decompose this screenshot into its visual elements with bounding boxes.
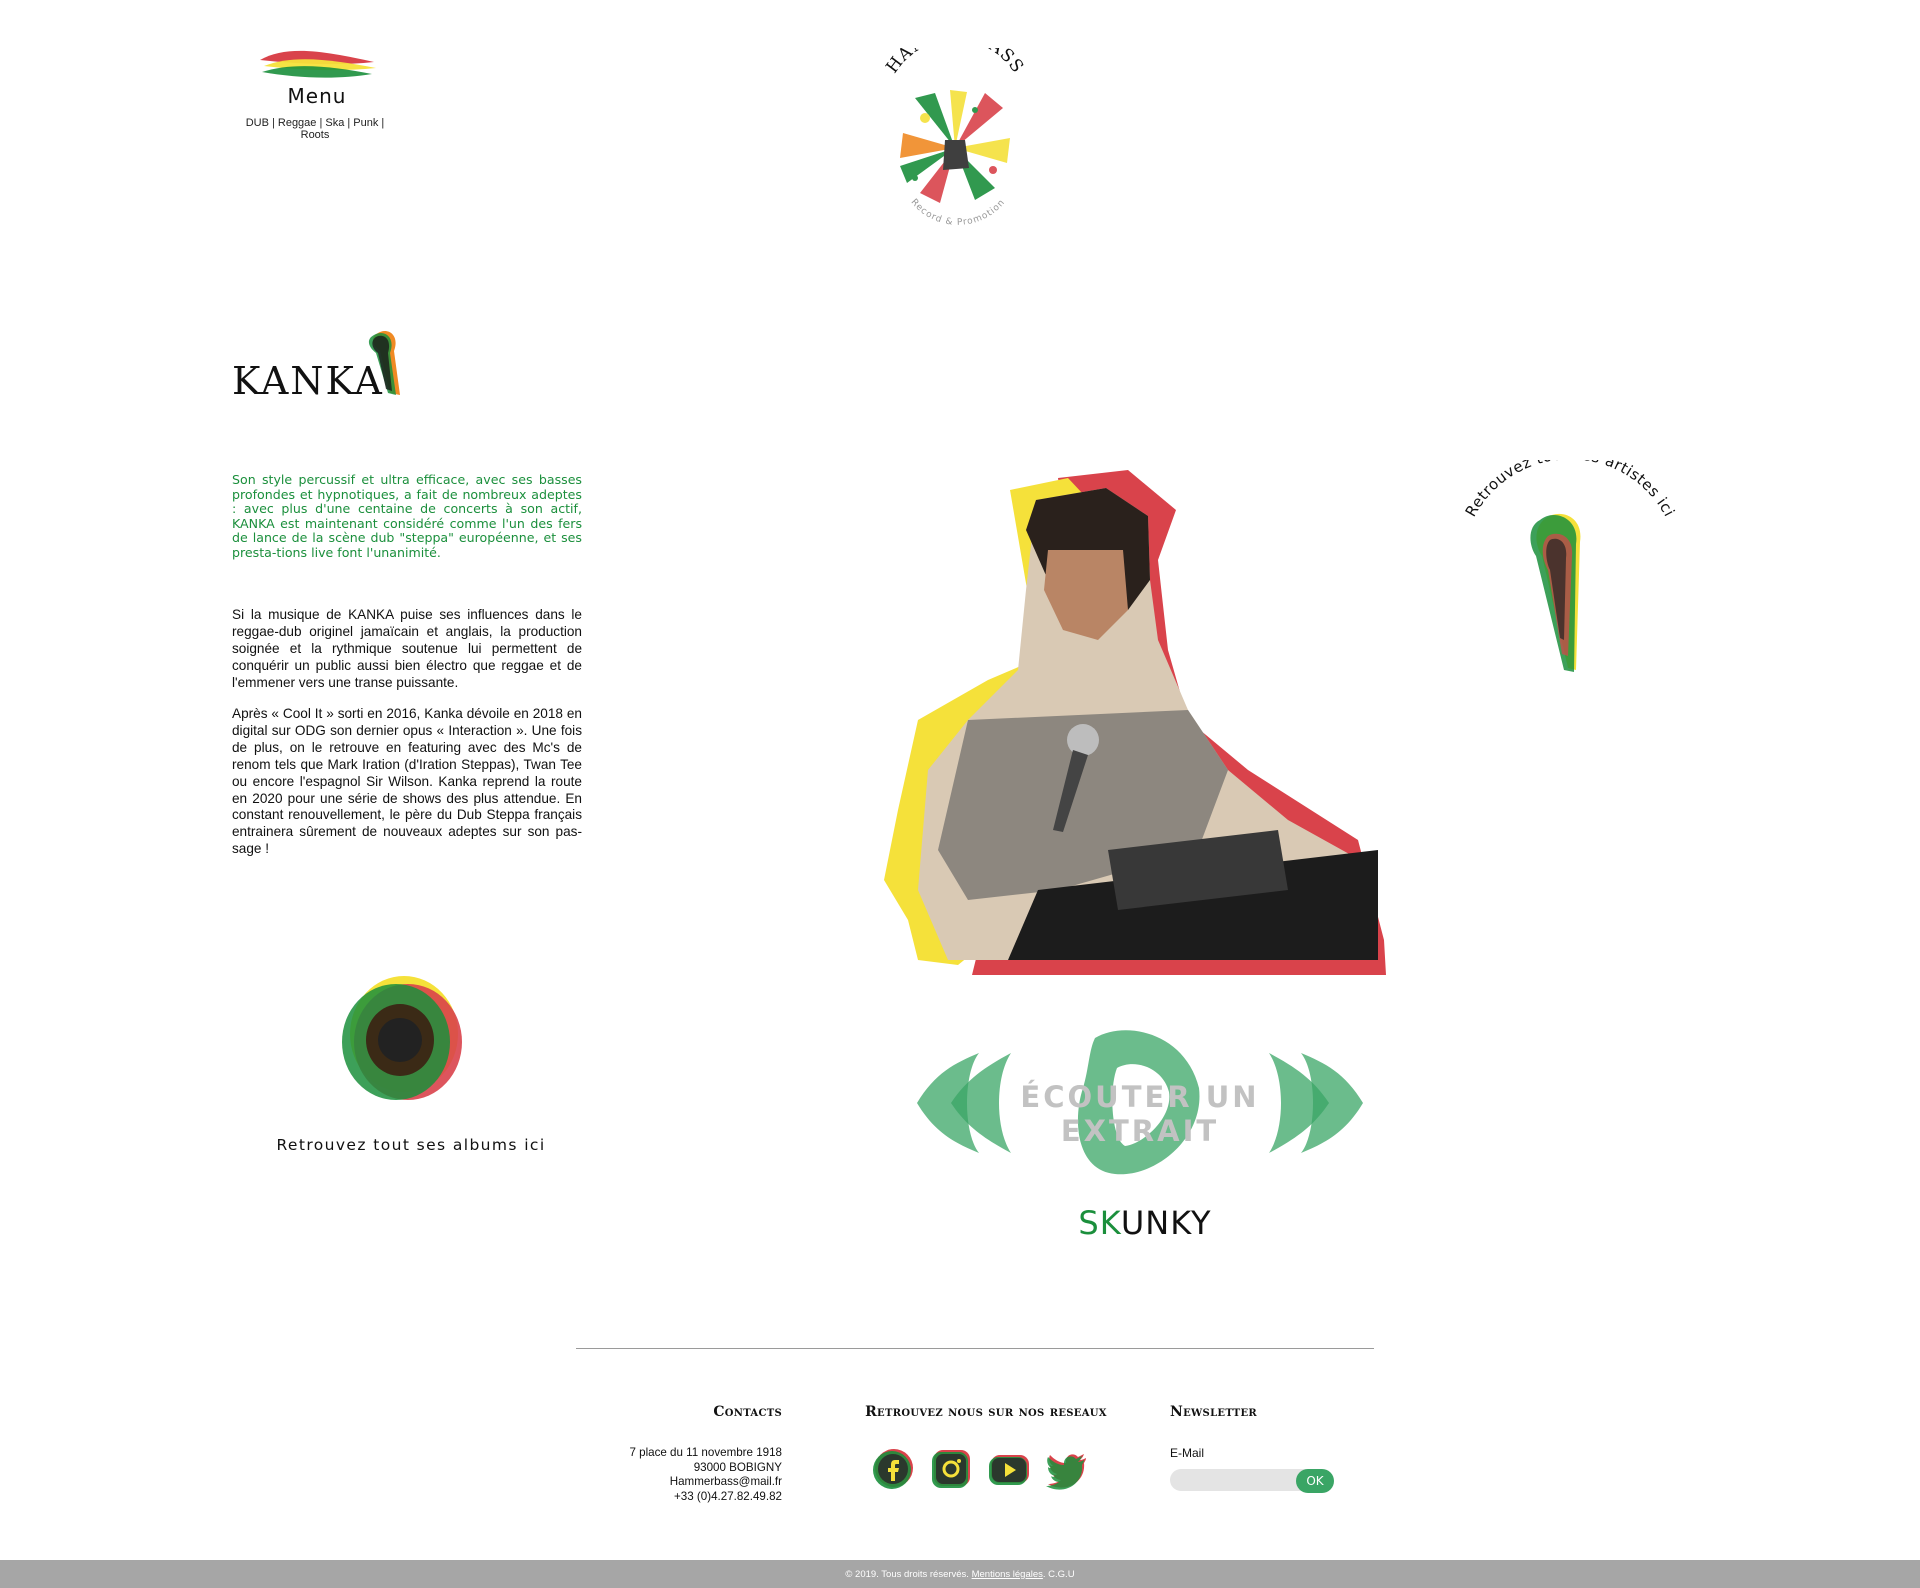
menu-button[interactable]: Menu [264,84,370,108]
mic-icon [1530,513,1581,672]
all-artists-label: Retrouvez tous les artistes ici [1462,460,1678,520]
track-title-prefix: SK [1078,1204,1121,1242]
twitter-icon[interactable] [1044,1446,1090,1492]
artist-name: KANKA [232,359,384,403]
social-heading: Retrouvez nous sur nos reseaux [865,1404,1107,1420]
copyright-text: © 2019. Tous droits réservés. [845,1568,969,1580]
contact-phone[interactable]: +33 (0)4.27.82.49.82 [560,1490,782,1505]
contacts-heading: Contacts [713,1404,782,1420]
all-artists-link[interactable]: Retrouvez tous les artistes ici [1450,460,1690,680]
artist-bio-paragraph: Après « Cool It » sorti en 2016, Kanka d… [232,706,582,857]
instagram-icon[interactable] [928,1446,974,1492]
email-label: E-Mail [1170,1446,1205,1460]
youtube-icon[interactable] [986,1446,1032,1492]
hammerbass-logo[interactable]: HAMMERBASS Record & Promotion [870,48,1040,238]
cgu-link[interactable]: C.G.U [1048,1569,1074,1580]
genre-list: DUB | Reggae | Ska | Punk | Roots [245,117,385,141]
newsletter-submit-button[interactable]: OK [1296,1469,1334,1493]
artist-bio-paragraph: Si la musique de KANKA puise ses influen… [232,607,582,690]
contact-email[interactable]: Hammerbass@mail.fr [560,1475,782,1490]
newsletter-heading: Newsletter [1170,1404,1257,1420]
bottom-bar: © 2019. Tous droits réservés. Mentions l… [0,1560,1920,1588]
svg-text:Retrouvez tous les artistes ic: Retrouvez tous les artistes ici [1462,460,1679,520]
audio-player: ÉCOUTER UN EXTRAIT [915,1028,1370,1178]
listen-label-line: EXTRAIT [1060,1114,1220,1148]
albums-icon[interactable] [330,970,470,1110]
menu-logo-icon[interactable] [258,48,378,82]
legal-notice-link[interactable]: Mentions légales [972,1569,1043,1580]
facebook-icon[interactable] [870,1446,916,1492]
listen-label-line: ÉCOUTER UN [1020,1080,1260,1114]
artist-photo [884,470,1386,975]
footer-divider [576,1348,1374,1349]
artist-intro: Son style percussif et ultra efficace, a… [232,472,582,560]
track-title-suffix: UNKY [1120,1204,1212,1242]
brand-name: HAMMERBASS [882,48,1026,77]
track-title: SKUNKY [1000,1204,1290,1242]
albums-link[interactable]: Retrouvez tout ses albums ici [236,1136,586,1154]
listen-extract-label[interactable]: ÉCOUTER UN EXTRAIT [975,1080,1305,1148]
address-line: 93000 BOBIGNY [693,1460,782,1474]
svg-text:HAMMERBASS: HAMMERBASS [882,48,1027,77]
social-links [870,1446,1110,1492]
artist-title: KANKA [230,323,410,403]
separator: . [1042,1568,1046,1580]
address-line: 7 place du 11 novembre 1918 [629,1446,782,1459]
contacts-block: 7 place du 11 novembre 1918 93000 BOBIGN… [560,1446,782,1505]
